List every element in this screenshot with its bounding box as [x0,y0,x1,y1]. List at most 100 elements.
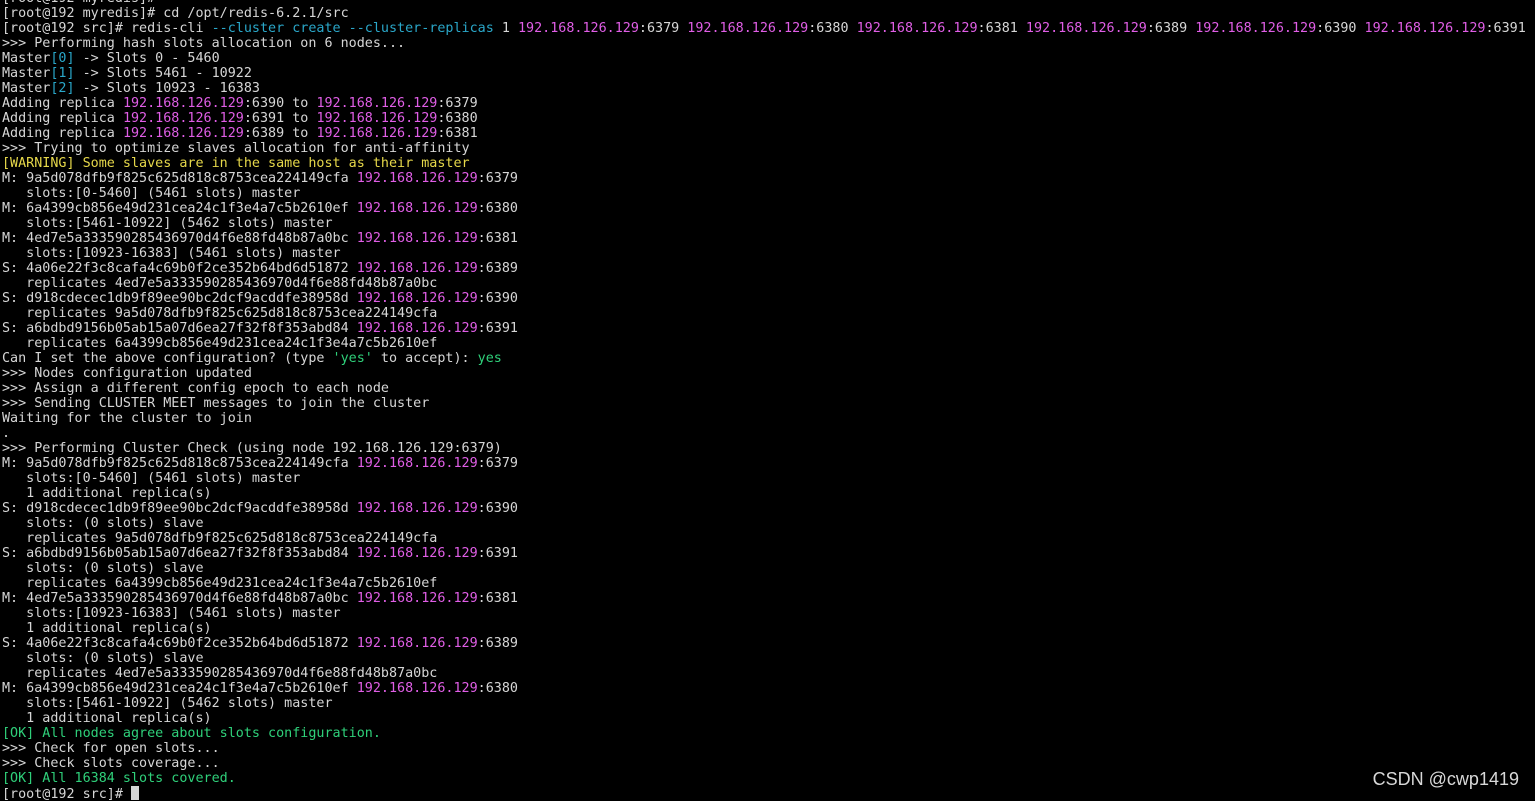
terminal-text-segment: >>> Check slots coverage... [2,756,220,771]
terminal-line: Adding replica 192.168.126.129:6390 to 1… [2,96,1532,111]
terminal-text-segment: slots: (0 slots) slave [2,516,204,531]
terminal-text-segment: replicates 9a5d078dfb9f825c625d818c8753c… [2,531,438,546]
terminal-text-segment: [root@192 src]# redis-cli [2,21,212,36]
terminal-text-segment: S: a6bdbd9156b05ab15a07d6ea27f32f8f353ab… [2,321,357,336]
terminal-text-segment: >>> Check for open slots... [2,741,220,756]
terminal-text-segment: :6380 [477,201,518,216]
terminal-text-segment: [OK] All 16384 slots covered. [2,771,236,786]
terminal-text-segment: Adding replica [2,111,123,126]
terminal-text-segment: 192.168.126.129 [316,96,438,111]
terminal-line: slots:[5461-10922] (5462 slots) master [2,216,1532,231]
terminal-line: 1 additional replica(s) [2,486,1532,501]
terminal-line: S: a6bdbd9156b05ab15a07d6ea27f32f8f353ab… [2,321,1532,336]
terminal-text-segment: [root@192 src]# [2,787,131,801]
terminal-text-segment: [2] [50,81,75,96]
terminal-line: slots:[0-5460] (5461 slots) master [2,471,1532,486]
terminal-text-segment: 1 additional replica(s) [2,711,212,726]
terminal-text-segment: 192.168.126.129 [122,126,244,141]
terminal-text-segment: M: 4ed7e5a333590285436970d4f6e88fd48b87a… [2,591,357,606]
terminal-window[interactable]: [root@192 myredis]# [root@192 myredis]# … [2,0,1532,801]
terminal-text-segment: :6380 [477,681,518,696]
terminal-text-segment: [0] [50,51,75,66]
terminal-text-segment: 192.168.126.129 [356,321,478,336]
terminal-text-segment: 192.168.126.129 [122,111,244,126]
terminal-text-segment: 192.168.126.129 [356,636,478,651]
terminal-line: replicates 6a4399cb856e49d231cea24c1f3e4… [2,336,1532,351]
terminal-text-segment: 192.168.126.129 [356,261,478,276]
terminal-text-segment: >>> Sending CLUSTER MEET messages to joi… [2,396,430,411]
terminal-line: slots:[0-5460] (5461 slots) master [2,186,1532,201]
terminal-text-segment: S: a6bdbd9156b05ab15a07d6ea27f32f8f353ab… [2,546,357,561]
terminal-line: [root@192 myredis]# cd /opt/redis-6.2.1/… [2,6,1532,21]
terminal-line: >>> Performing hash slots allocation on … [2,36,1532,51]
terminal-text-segment: :6380 [808,21,857,36]
terminal-text-segment: slots: (0 slots) slave [2,651,204,666]
terminal-text-segment: M: 6a4399cb856e49d231cea24c1f3e4a7c5b261… [2,201,357,216]
terminal-text-segment: Master [2,81,51,96]
terminal-text-segment: Master [2,51,51,66]
terminal-line: Master[0] -> Slots 0 - 5460 [2,51,1532,66]
terminal-text-segment: 1 additional replica(s) [2,486,212,501]
terminal-line: M: 6a4399cb856e49d231cea24c1f3e4a7c5b261… [2,201,1532,216]
terminal-text-segment: :6390 [1316,21,1365,36]
terminal-text-segment: S: 4a06e22f3c8cafa4c69b0f2ce352b64bd6d51… [2,261,357,276]
terminal-text-segment: 192.168.126.129 [316,111,438,126]
terminal-text-segment: :6390 to [243,96,317,111]
terminal-text-segment: replicates 6a4399cb856e49d231cea24c1f3e4… [2,336,438,351]
terminal-text-segment: M: 4ed7e5a333590285436970d4f6e88fd48b87a… [2,231,357,246]
terminal-text-segment: [WARNING] Some slaves are in the same ho… [2,156,470,171]
terminal-text-segment: Master [2,66,51,81]
terminal-text-segment: Waiting for the cluster to join [2,411,252,426]
terminal-text-segment: --cluster create --cluster-replicas [211,21,494,36]
terminal-line: replicates 9a5d078dfb9f825c625d818c8753c… [2,306,1532,321]
terminal-text-segment: 192.168.126.129 [316,126,438,141]
terminal-line: Adding replica 192.168.126.129:6389 to 1… [2,126,1532,141]
terminal-text-segment: Adding replica [2,126,123,141]
terminal-text-segment: :6381 [477,231,518,246]
terminal-text-segment: M: 9a5d078dfb9f825c625d818c8753cea224149… [2,171,357,186]
terminal-text-segment: >>> Nodes configuration updated [2,366,252,381]
terminal-text-segment: slots:[10923-16383] (5461 slots) master [2,246,341,261]
terminal-text-segment: :6391 to [243,111,317,126]
terminal-text-segment: 192.168.126.129 [1195,21,1317,36]
terminal-text-segment: 192.168.126.129 [356,291,478,306]
terminal-line: >>> Trying to optimize slaves allocation… [2,141,1532,156]
terminal-text-segment: :6379 [477,456,518,471]
terminal-text-segment: 192.168.126.129 [687,21,809,36]
terminal-line: [WARNING] Some slaves are in the same ho… [2,156,1532,171]
terminal-text-segment: 192.168.126.129 [356,501,478,516]
terminal-text-segment: 192.168.126.129 [517,21,639,36]
terminal-line: S: d918cdecec1db9f89ee90bc2dcf9acddfe389… [2,501,1532,516]
terminal-line: M: 9a5d078dfb9f825c625d818c8753cea224149… [2,456,1532,471]
terminal-text-segment: 1 additional replica(s) [2,621,212,636]
terminal-text-segment: :6390 [477,291,518,306]
terminal-text-segment: 192.168.126.129 [356,456,478,471]
terminal-text-segment: :6380 [437,111,478,126]
terminal-text-segment: 192.168.126.129 [356,546,478,561]
terminal-text-segment: slots: (0 slots) slave [2,561,204,576]
terminal-text-segment: >>> Assign a different config epoch to e… [2,381,389,396]
terminal-text-segment: :6391 [477,546,518,561]
terminal-line: slots:[10923-16383] (5461 slots) master [2,606,1532,621]
terminal-text-segment: S: d918cdecec1db9f89ee90bc2dcf9acddfe389… [2,291,357,306]
terminal-text-segment: slots:[10923-16383] (5461 slots) master [2,606,341,621]
terminal-text-segment: 192.168.126.129 [122,96,244,111]
terminal-text-segment: :6379 [477,171,518,186]
terminal-line: replicates 6a4399cb856e49d231cea24c1f3e4… [2,576,1532,591]
terminal-line: M: 4ed7e5a333590285436970d4f6e88fd48b87a… [2,591,1532,606]
terminal-text-segment: replicates 9a5d078dfb9f825c625d818c8753c… [2,306,438,321]
terminal-line: >>> Assign a different config epoch to e… [2,381,1532,396]
terminal-line: Can I set the above configuration? (type… [2,351,1532,366]
terminal-text-segment: 192.168.126.129 [856,21,978,36]
terminal-text-segment: :6389 to [243,126,317,141]
terminal-text-segment: >>> Trying to optimize slaves allocation… [2,141,470,156]
terminal-line: slots:[5461-10922] (5462 slots) master [2,696,1532,711]
terminal-text-segment: -> Slots 10923 - 16383 [74,81,260,96]
terminal-text-segment: replicates 6a4399cb856e49d231cea24c1f3e4… [2,576,438,591]
terminal-text-segment: S: d918cdecec1db9f89ee90bc2dcf9acddfe389… [2,501,357,516]
terminal-line: slots: (0 slots) slave [2,516,1532,531]
terminal-text-segment: 'yes' [332,351,373,366]
terminal-line: Master[2] -> Slots 10923 - 16383 [2,81,1532,96]
terminal-text-segment: -> Slots 0 - 5460 [74,51,220,66]
terminal-line: [OK] All 16384 slots covered. [2,771,1532,786]
